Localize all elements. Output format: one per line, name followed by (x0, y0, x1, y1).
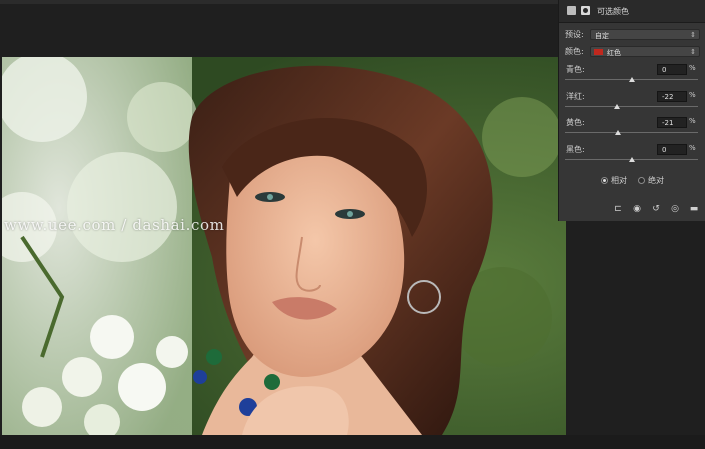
visibility-icon[interactable]: ◎ (670, 205, 680, 214)
absolute-radio[interactable] (638, 177, 645, 184)
colors-label: 颜色: (565, 47, 584, 56)
black-label: 黑色: (566, 145, 585, 154)
properties-panel: 可选颜色 预设: 自定 ⇕ 颜色: 红色 ⇕ (558, 0, 705, 221)
clip-to-layer-icon[interactable]: ⊏ (613, 205, 623, 214)
preset-label: 预设: (565, 30, 584, 39)
chevron-updown-icon: ⇕ (690, 48, 696, 56)
magenta-label: 洋红: (566, 92, 585, 101)
magenta-slider-track[interactable] (565, 106, 698, 107)
colors-value: 红色 (607, 49, 621, 57)
delete-icon[interactable]: ▬ (689, 205, 699, 214)
magenta-slider-thumb[interactable] (613, 104, 620, 109)
yellow-value-input[interactable]: -21 (657, 117, 687, 128)
canvas-bottom-strip (0, 435, 705, 449)
watermark-text: www.uee.com / dashai.com (4, 216, 225, 234)
yellow-slider-track[interactable] (565, 132, 698, 133)
photo-illustration (2, 57, 566, 435)
yellow-slider-thumb[interactable] (614, 130, 621, 135)
preset-value: 自定 (595, 32, 609, 40)
yellow-label: 黄色: (566, 118, 585, 127)
preset-dropdown[interactable]: 自定 ⇕ (590, 29, 700, 40)
cyan-label: 青色: (566, 65, 585, 74)
relative-radio[interactable] (601, 177, 608, 184)
black-percent: % (689, 144, 696, 152)
black-slider-thumb[interactable] (628, 157, 635, 162)
cyan-slider-thumb[interactable] (628, 77, 635, 82)
absolute-label: 绝对 (648, 176, 664, 185)
reset-icon[interactable]: ↺ (651, 205, 661, 214)
relative-label: 相对 (611, 176, 627, 185)
adjustment-layer-icon (567, 6, 576, 15)
magenta-value-input[interactable]: -22 (657, 91, 687, 102)
colors-dropdown[interactable]: 红色 ⇕ (590, 46, 700, 57)
black-value-input[interactable]: 0 (657, 144, 687, 155)
view-previous-icon[interactable]: ◉ (632, 205, 642, 214)
color-swatch (594, 49, 603, 55)
chevron-updown-icon: ⇕ (690, 31, 696, 39)
panel-title: 可选颜色 (597, 7, 629, 16)
document-photo[interactable] (2, 57, 566, 435)
yellow-percent: % (689, 117, 696, 125)
panel-header: 可选颜色 (559, 0, 705, 23)
magenta-percent: % (689, 91, 696, 99)
layer-mask-icon[interactable] (581, 6, 590, 15)
cyan-percent: % (689, 64, 696, 72)
cyan-value-input[interactable]: 0 (657, 64, 687, 75)
